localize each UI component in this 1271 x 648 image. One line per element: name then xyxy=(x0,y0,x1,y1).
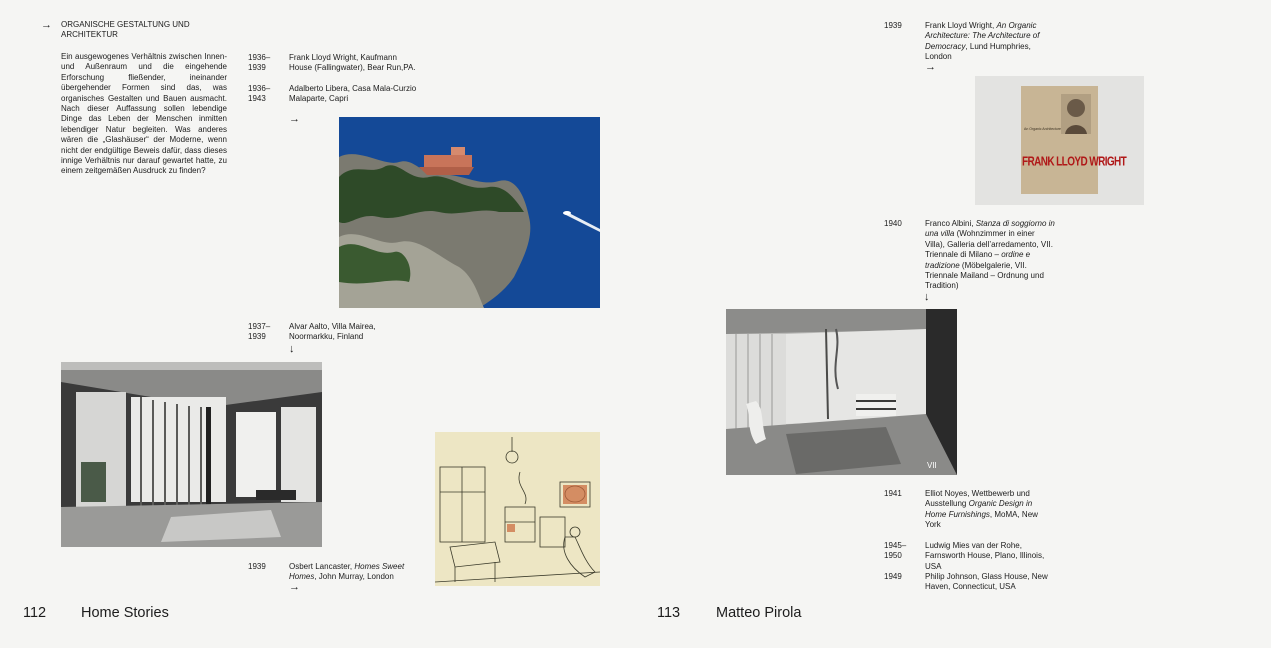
entry-year: 1945– 1950 xyxy=(884,541,907,561)
page-number: 113 xyxy=(657,605,681,621)
entry-text: Elliot Noyes, Wettbewerb und Ausstellung… xyxy=(925,489,1038,530)
arrow-down-icon: ↓ xyxy=(289,343,295,355)
entry-year: 1937– 1939 xyxy=(248,322,271,342)
entry-text: Adalberto Libera, Casa Mala-Curzio Malap… xyxy=(289,84,417,104)
photo-villa-mairea-interior xyxy=(61,362,322,547)
page-title: Matteo Pirola xyxy=(716,605,802,621)
arrow-down-icon: ↓ xyxy=(924,291,930,303)
entry-year: 1939 xyxy=(884,21,902,30)
photo-albini-living-room: VII xyxy=(726,309,957,475)
entry-text: Frank Lloyd Wright, An Organic Architect… xyxy=(925,21,1040,62)
book-subtitle: An Organic Architecture xyxy=(1024,127,1061,131)
intro-paragraph: Ein ausgewogenes Verhältnis zwischen Inn… xyxy=(61,52,227,176)
photo-caption: VII xyxy=(927,461,937,470)
entry-year: 1939 xyxy=(248,562,266,571)
entry-year: 1940 xyxy=(884,219,902,228)
entry-year: 1936– 1943 xyxy=(248,84,271,104)
entry-year: 1936– 1939 xyxy=(248,53,271,73)
book-title: FRANK LLOYD WRIGHT xyxy=(1022,155,1127,170)
book-cover: An Organic Architecture FRANK LLOYD WRIG… xyxy=(1021,86,1127,194)
arrow-right-icon: → xyxy=(289,113,300,125)
entry-text: Osbert Lancaster, Homes Sweet Homes, Joh… xyxy=(289,562,405,582)
arrow-right-icon: → xyxy=(925,61,936,73)
photo-casa-malaparte xyxy=(339,117,600,308)
entry-text: Franco Albini, Stanza di soggiorno in un… xyxy=(925,219,1055,291)
page-number: 112 xyxy=(23,605,47,621)
entry-text: Frank Lloyd Wright, Kaufmann House (Fall… xyxy=(289,53,416,73)
arrow-right-icon: → xyxy=(289,581,300,593)
entry-text: Ludwig Mies van der Rohe, Farnsworth Hou… xyxy=(925,541,1045,571)
entry-text: Alvar Aalto, Villa Mairea, Noormarkku, F… xyxy=(289,322,376,342)
book-cover-photo: An Organic Architecture FRANK LLOYD WRIG… xyxy=(975,76,1144,205)
entry-year: 1949 xyxy=(884,572,902,581)
page-title: Home Stories xyxy=(81,605,169,621)
illustration-homes-sweet-homes xyxy=(435,432,600,586)
arrow-right-icon: → xyxy=(41,19,52,31)
entry-text: Philip Johnson, Glass House, New Haven, … xyxy=(925,572,1048,592)
entry-year: 1941 xyxy=(884,489,902,498)
section-title: ORGANISCHE GESTALTUNG UND ARCHITEKTUR xyxy=(61,20,190,40)
